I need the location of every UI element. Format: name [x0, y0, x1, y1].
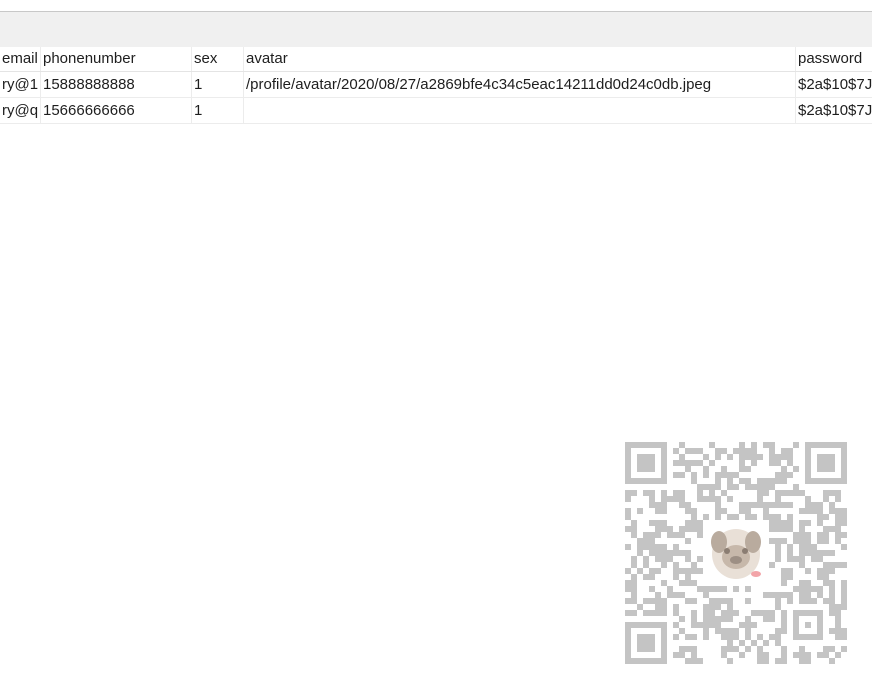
- cell-password[interactable]: $2a$10$7J: [796, 72, 872, 97]
- toolbar: [0, 12, 872, 47]
- cell-email[interactable]: ry@1: [0, 72, 41, 97]
- cell-sex[interactable]: 1: [192, 72, 244, 97]
- column-header-email[interactable]: email: [0, 47, 41, 71]
- pug-avatar-icon: [706, 524, 766, 582]
- cell-phonenumber[interactable]: 15666666666: [41, 98, 192, 123]
- column-header-password[interactable]: password: [796, 47, 872, 71]
- table-row[interactable]: ry@1 15888888888 1 /profile/avatar/2020/…: [0, 72, 872, 98]
- cell-avatar[interactable]: /profile/avatar/2020/08/27/a2869bfe4c34c…: [244, 72, 796, 97]
- column-header-sex[interactable]: sex: [192, 47, 244, 71]
- column-header-avatar[interactable]: avatar: [244, 47, 796, 71]
- cell-avatar[interactable]: [244, 98, 796, 123]
- data-grid: email phonenumber sex avatar password ry…: [0, 47, 872, 124]
- cell-sex[interactable]: 1: [192, 98, 244, 123]
- table-row[interactable]: ry@q 15666666666 1 $2a$10$7J: [0, 98, 872, 124]
- window-top-strip: [0, 0, 872, 12]
- column-header-phonenumber[interactable]: phonenumber: [41, 47, 192, 71]
- page: email phonenumber sex avatar password ry…: [0, 0, 872, 689]
- cell-phonenumber[interactable]: 15888888888: [41, 72, 192, 97]
- table-header-row: email phonenumber sex avatar password: [0, 47, 872, 72]
- cell-password[interactable]: $2a$10$7J: [796, 98, 872, 123]
- cell-email[interactable]: ry@q: [0, 98, 41, 123]
